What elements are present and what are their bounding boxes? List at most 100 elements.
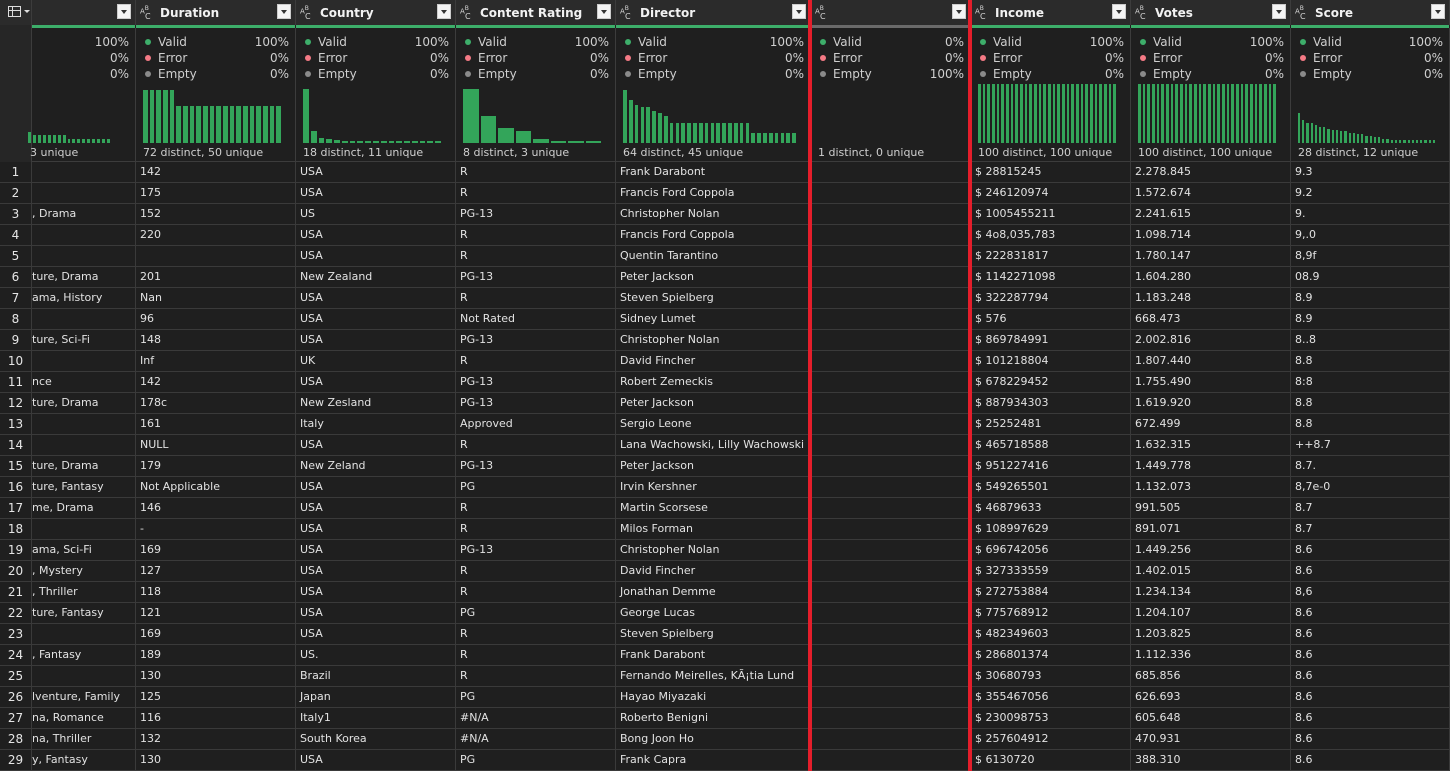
table-menu-button[interactable] xyxy=(0,0,32,25)
table-cell[interactable]: 605.648 xyxy=(1131,708,1291,729)
table-cell[interactable]: 8.6 xyxy=(1291,561,1450,582)
table-cell[interactable]: $ 257604912 xyxy=(971,729,1131,750)
table-cell[interactable] xyxy=(811,708,971,729)
row-number[interactable]: 17 xyxy=(0,498,32,519)
row-number[interactable]: 25 xyxy=(0,666,32,687)
table-cell[interactable]: 1.572.674 xyxy=(1131,183,1291,204)
table-cell[interactable]: 116 xyxy=(136,708,296,729)
table-cell[interactable]: USA xyxy=(296,288,456,309)
table-cell[interactable]: Peter Jackson xyxy=(616,456,811,477)
table-cell[interactable]: 8,6 xyxy=(1291,582,1450,603)
table-cell[interactable]: 189 xyxy=(136,645,296,666)
table-cell[interactable]: $ 327333559 xyxy=(971,561,1131,582)
table-cell[interactable]: $ 286801374 xyxy=(971,645,1131,666)
table-cell[interactable]: $ 25252481 xyxy=(971,414,1131,435)
table-cell[interactable]: USA xyxy=(296,561,456,582)
table-cell[interactable]: 626.693 xyxy=(1131,687,1291,708)
table-cell[interactable]: Christopher Nolan xyxy=(616,204,811,225)
table-cell[interactable]: $ 549265501 xyxy=(971,477,1131,498)
table-cell[interactable]: $ 230098753 xyxy=(971,708,1131,729)
table-cell[interactable]: 672.499 xyxy=(1131,414,1291,435)
table-cell[interactable] xyxy=(32,435,136,456)
table-cell[interactable]: Quentin Tarantino xyxy=(616,246,811,267)
table-cell[interactable]: 9.3 xyxy=(1291,162,1450,183)
table-cell[interactable]: Steven Spielberg xyxy=(616,624,811,645)
table-cell[interactable]: 169 xyxy=(136,540,296,561)
table-cell[interactable]: 8.8 xyxy=(1291,393,1450,414)
table-cell[interactable]: R xyxy=(456,561,616,582)
table-cell[interactable]: R xyxy=(456,519,616,540)
filter-dropdown-button[interactable] xyxy=(597,4,611,19)
table-cell[interactable]: 1.604.280 xyxy=(1131,267,1291,288)
table-cell[interactable]: USA xyxy=(296,183,456,204)
table-cell[interactable] xyxy=(811,183,971,204)
table-cell[interactable]: 470.931 xyxy=(1131,729,1291,750)
text-type-icon[interactable]: AB C xyxy=(815,5,826,21)
text-type-icon[interactable]: AB C xyxy=(1135,5,1146,21)
table-cell[interactable]: 8.7 xyxy=(1291,498,1450,519)
column-header-duration[interactable]: AB C Duration xyxy=(136,0,296,25)
table-cell[interactable]: Peter Jackson xyxy=(616,267,811,288)
table-cell[interactable]: 169 xyxy=(136,624,296,645)
table-cell[interactable]: $ 222831817 xyxy=(971,246,1131,267)
table-cell[interactable]: 9. xyxy=(1291,204,1450,225)
table-cell[interactable]: $ 482349603 xyxy=(971,624,1131,645)
table-cell[interactable]: Jonathan Demme xyxy=(616,582,811,603)
table-cell[interactable]: #N/A xyxy=(456,729,616,750)
table-cell[interactable]: New Zesland xyxy=(296,393,456,414)
table-cell[interactable] xyxy=(811,519,971,540)
table-cell[interactable]: South Korea xyxy=(296,729,456,750)
table-cell[interactable]: 685.856 xyxy=(1131,666,1291,687)
column-header-content_rating[interactable]: AB C Content Rating xyxy=(456,0,616,25)
table-cell[interactable] xyxy=(811,225,971,246)
table-cell[interactable]: $ 1005455211 xyxy=(971,204,1131,225)
table-cell[interactable]: PG xyxy=(456,687,616,708)
table-cell[interactable]: 1.203.825 xyxy=(1131,624,1291,645)
column-header-score[interactable]: AB C Score xyxy=(1291,0,1450,25)
table-cell[interactable]: ama, History xyxy=(32,288,136,309)
table-cell[interactable]: 179 xyxy=(136,456,296,477)
table-cell[interactable] xyxy=(32,246,136,267)
table-cell[interactable]: 96 xyxy=(136,309,296,330)
table-cell[interactable] xyxy=(811,162,971,183)
table-cell[interactable]: US xyxy=(296,204,456,225)
table-cell[interactable] xyxy=(811,561,971,582)
table-cell[interactable]: R xyxy=(456,498,616,519)
table-cell[interactable]: 668.473 xyxy=(1131,309,1291,330)
table-cell[interactable]: 125 xyxy=(136,687,296,708)
table-cell[interactable]: $ 272753884 xyxy=(971,582,1131,603)
column-header-votes[interactable]: AB C Votes xyxy=(1131,0,1291,25)
table-cell[interactable] xyxy=(32,351,136,372)
table-cell[interactable]: R xyxy=(456,582,616,603)
table-cell[interactable]: $ 887934303 xyxy=(971,393,1131,414)
row-number[interactable]: 2 xyxy=(0,183,32,204)
table-cell[interactable] xyxy=(32,624,136,645)
text-type-icon[interactable]: AB C xyxy=(620,5,631,21)
table-cell[interactable]: R xyxy=(456,246,616,267)
table-cell[interactable] xyxy=(811,603,971,624)
table-cell[interactable]: 1.234.134 xyxy=(1131,582,1291,603)
table-cell[interactable]: 130 xyxy=(136,666,296,687)
row-number[interactable]: 22 xyxy=(0,603,32,624)
table-cell[interactable]: 8.6 xyxy=(1291,603,1450,624)
filter-dropdown-button[interactable] xyxy=(117,4,131,19)
table-cell[interactable]: 2.278.845 xyxy=(1131,162,1291,183)
table-cell[interactable]: USA xyxy=(296,603,456,624)
row-number[interactable]: 20 xyxy=(0,561,32,582)
table-cell[interactable]: Frank Capra xyxy=(616,750,811,771)
table-cell[interactable] xyxy=(811,309,971,330)
table-cell[interactable]: 121 xyxy=(136,603,296,624)
table-cell[interactable]: USA xyxy=(296,330,456,351)
row-number[interactable]: 11 xyxy=(0,372,32,393)
table-cell[interactable]: Irvin Kershner xyxy=(616,477,811,498)
table-cell[interactable]: - xyxy=(136,519,296,540)
row-number[interactable]: 24 xyxy=(0,645,32,666)
table-cell[interactable]: USA xyxy=(296,624,456,645)
table-cell[interactable]: $ 1142271098 xyxy=(971,267,1131,288)
table-cell[interactable]: Brazil xyxy=(296,666,456,687)
table-cell[interactable]: Sergio Leone xyxy=(616,414,811,435)
table-cell[interactable]: $ 322287794 xyxy=(971,288,1131,309)
column-header-genre[interactable] xyxy=(32,0,136,25)
table-cell[interactable]: 220 xyxy=(136,225,296,246)
table-cell[interactable] xyxy=(811,666,971,687)
